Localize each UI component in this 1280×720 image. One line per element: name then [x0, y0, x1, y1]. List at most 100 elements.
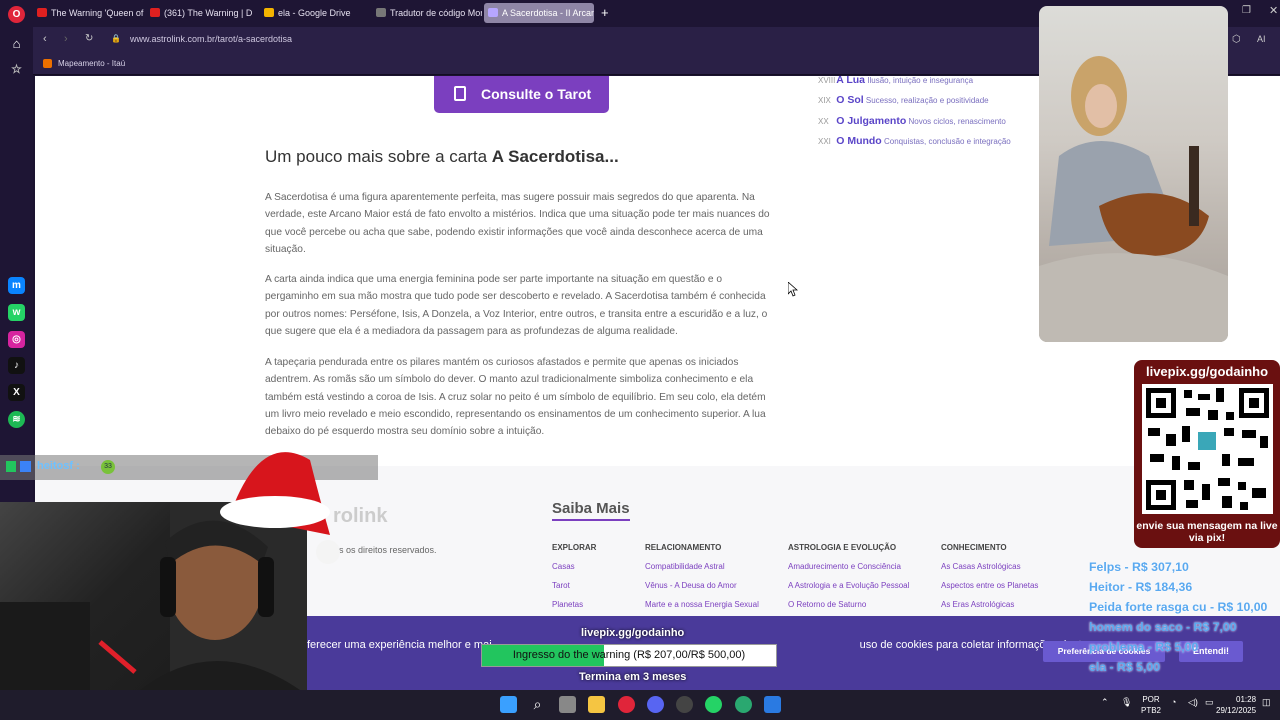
new-tab-button[interactable]: +: [601, 5, 609, 20]
goal-text: Ingresso do the warning (R$ 207,00/R$ 50…: [512, 649, 746, 661]
search-icon[interactable]: ⌕: [529, 696, 546, 713]
footer-link[interactable]: Amadurecimento e Consciência: [788, 562, 901, 571]
qr-title: livepix.gg/godainho: [1145, 364, 1269, 379]
bookmark-itau[interactable]: Mapeamento - Itaú: [58, 59, 125, 68]
close-window-icon[interactable]: ✕: [1269, 4, 1278, 17]
mouse-cursor-icon: [787, 281, 799, 302]
whatsapp-icon[interactable]: w: [8, 304, 25, 321]
donor-item: Heitor - R$ 184,36: [1089, 580, 1193, 594]
wifi-icon[interactable]: ◔: [1171, 697, 1176, 707]
footer-link[interactable]: Planetas: [552, 600, 583, 609]
footer-link[interactable]: Tarot: [552, 581, 570, 590]
time: 01:28: [1236, 695, 1257, 704]
x-icon[interactable]: X: [8, 384, 25, 401]
footer-rights: s os direitos reservados.: [339, 545, 437, 555]
url-field[interactable]: www.astrolink.com.br/tarot/a-sacerdotisa: [130, 34, 292, 44]
astrolink-icon: [488, 8, 498, 17]
app-icon[interactable]: [764, 696, 781, 713]
badge-icon: [20, 461, 31, 472]
santa-hat-icon: [220, 440, 345, 565]
forward-icon[interactable]: ›: [64, 33, 68, 45]
card-item[interactable]: XXI O Mundo Conquistas, conclusão e inte…: [818, 135, 1011, 147]
footer-link[interactable]: Vênus - A Deusa do Amor: [645, 581, 737, 590]
card-desc: Novos ciclos, renascimento: [908, 117, 1006, 126]
guest-video-feed: [1039, 6, 1228, 342]
discord-icon[interactable]: [647, 696, 664, 713]
tab-5-active[interactable]: A Sacerdotisa - II Arcano I: [484, 3, 594, 23]
volume-icon[interactable]: ◁): [1188, 697, 1198, 708]
donor-item: Felps - R$ 307,10: [1089, 560, 1189, 574]
tab-1[interactable]: The Warning 'Queen of th: [33, 3, 145, 23]
footer-link[interactable]: A Astrologia e a Evolução Pessoal: [788, 581, 909, 590]
donation-goal-widget: livepix.gg/godainho Ingresso do the warn…: [307, 624, 974, 690]
footer-link[interactable]: Aspectos entre os Planetas: [941, 581, 1038, 590]
tab-3[interactable]: ela - Google Drive: [260, 3, 370, 23]
clock[interactable]: 01:28 29/12/2025: [1216, 694, 1256, 716]
instagram-icon[interactable]: ◎: [8, 331, 25, 348]
drive-icon: [264, 8, 274, 17]
card-desc: Sucesso, realização e positividade: [865, 96, 989, 105]
start-icon[interactable]: [500, 696, 517, 713]
button-label: Consulte o Tarot: [481, 86, 592, 102]
home-icon[interactable]: ⌂: [8, 35, 25, 52]
paragraph-2: A carta ainda indica que uma energia fem…: [265, 274, 768, 337]
battery-icon[interactable]: ▭: [1205, 697, 1214, 708]
mic-icon[interactable]: 🎙: [1121, 697, 1132, 708]
footer-link[interactable]: O Retorno de Saturno: [788, 600, 866, 609]
lang-layout: PTB2: [1141, 706, 1162, 715]
paragraph-3: A tapeçaria pendurada entre os pilares m…: [265, 357, 766, 438]
opera-logo-icon[interactable]: O: [8, 6, 25, 23]
spotify-icon[interactable]: ≋: [8, 411, 25, 428]
restore-window-icon[interactable]: ❐: [1242, 5, 1251, 16]
kick-icon: [6, 461, 16, 472]
footer-col-head: CONHECIMENTO: [941, 543, 1007, 552]
tab-label: A Sacerdotisa - II Arcano I: [502, 8, 594, 18]
messenger-icon[interactable]: m: [8, 277, 25, 294]
screen: { "browser": { "tabs": [ {"label": "The …: [0, 0, 1280, 720]
guitarist-image: [1039, 56, 1228, 342]
lock-icon: 🔒: [111, 34, 121, 43]
footer-col-head: RELACIONAMENTO: [645, 543, 722, 552]
chat-emote: 33: [101, 460, 115, 474]
notification-icon[interactable]: ◫: [1262, 697, 1271, 708]
card-item[interactable]: XIX O Sol Sucesso, realização e positivi…: [818, 94, 989, 106]
globe-icon[interactable]: [735, 696, 752, 713]
reload-icon[interactable]: ↻: [85, 33, 93, 44]
footer-link[interactable]: Casas: [552, 562, 575, 571]
tab-2[interactable]: (361) The Warning | D: [146, 3, 258, 23]
goal-end: Termina em 3 meses: [579, 671, 687, 683]
consulte-tarot-button[interactable]: Consulte o Tarot: [434, 76, 609, 113]
qr-caption: envie sua mensagem na live via pix!: [1136, 520, 1278, 544]
goal-progress-bar: Ingresso do the warning (R$ 207,00/R$ 50…: [481, 644, 777, 667]
tab-label: ela - Google Drive: [278, 8, 351, 18]
footer-link[interactable]: As Casas Astrológicas: [941, 562, 1021, 571]
task-view-icon[interactable]: [559, 696, 576, 713]
ai-button[interactable]: AI: [1257, 34, 1266, 44]
card-item[interactable]: XX O Julgamento Novos ciclos, renascimen…: [818, 115, 1006, 127]
title-prefix: Um pouco mais sobre a carta: [265, 147, 492, 166]
whatsapp-taskbar-icon[interactable]: [705, 696, 722, 713]
explorer-icon[interactable]: [588, 696, 605, 713]
tray-chevron-icon[interactable]: ⌃: [1101, 697, 1109, 708]
tab-4[interactable]: Tradutor de código Morse: [372, 3, 482, 23]
page-icon: [376, 8, 386, 17]
tab-label: Tradutor de código Morse: [390, 8, 482, 18]
opera-icon[interactable]: [618, 696, 635, 713]
saiba-mais-heading: Saiba Mais: [552, 500, 630, 521]
tab-label: The Warning 'Queen of th: [51, 8, 145, 18]
footer-col-head: EXPLORAR: [552, 543, 597, 552]
obs-icon[interactable]: [676, 696, 693, 713]
footer-link[interactable]: Compatibilidade Astral: [645, 562, 725, 571]
donor-item: problema - R$ 5,00: [1089, 640, 1199, 654]
star-icon[interactable]: ☆: [8, 61, 25, 78]
card-desc: Ilusão, intuição e insegurança: [867, 76, 974, 85]
goal-url: livepix.gg/godainho: [581, 627, 685, 639]
language-indicator[interactable]: POR PTB2: [1141, 694, 1161, 716]
back-icon[interactable]: ‹: [43, 33, 47, 45]
card-number: XX: [818, 117, 829, 126]
tiktok-icon[interactable]: ♪: [8, 357, 25, 374]
footer-link[interactable]: Marte e a nossa Energia Sexual: [645, 600, 759, 609]
card-item[interactable]: XVIII A Lua Ilusão, intuição e inseguran…: [818, 74, 973, 86]
footer-link[interactable]: As Eras Astrológicas: [941, 600, 1014, 609]
wallet-icon[interactable]: ⬡: [1232, 34, 1241, 45]
